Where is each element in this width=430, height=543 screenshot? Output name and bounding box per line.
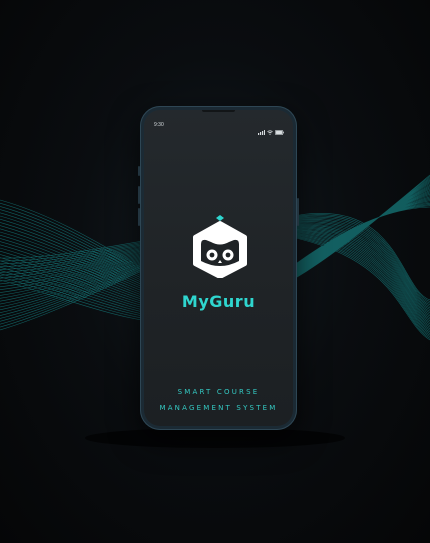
phone-volume-down-button (138, 208, 140, 226)
status-icons (258, 122, 284, 140)
owl-cube-icon (193, 215, 247, 278)
phone-volume-up-button (138, 186, 140, 204)
phone-power-button (297, 198, 299, 226)
phone-mockup: 9:30 MyGuru SMART COURSE MANAGEMENT SYST… (138, 106, 299, 430)
signal-icon (258, 122, 265, 140)
status-time: 9:30 (154, 122, 164, 128)
phone-side-button (138, 166, 140, 176)
app-splash-screen[interactable]: 9:30 MyGuru SMART COURSE MANAGEMENT SYST… (144, 110, 293, 426)
tagline-line-1: SMART COURSE (177, 388, 260, 396)
wifi-icon (267, 122, 273, 140)
tagline-line-2: MANAGEMENT SYSTEM (159, 404, 278, 412)
phone-speaker (202, 110, 235, 112)
app-name: MyGuru (181, 292, 256, 311)
battery-icon (275, 122, 284, 140)
